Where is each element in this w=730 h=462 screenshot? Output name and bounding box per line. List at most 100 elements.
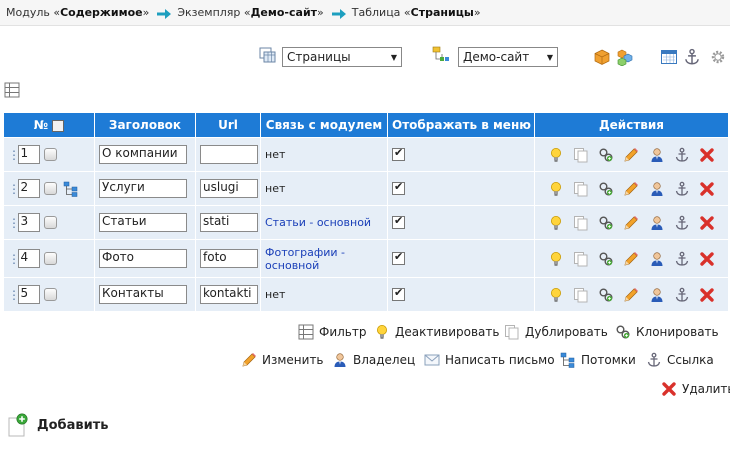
user-icon[interactable] — [649, 215, 665, 231]
show-in-menu-checkbox[interactable] — [392, 250, 405, 266]
user-icon[interactable] — [649, 251, 665, 267]
url-input[interactable]: stati — [200, 213, 258, 232]
order-input[interactable]: 5 — [17, 285, 40, 304]
pencil-icon[interactable] — [623, 147, 639, 163]
col-header-menu[interactable]: Отображать в меню — [387, 112, 535, 138]
module-link: нет — [265, 288, 286, 301]
show-in-menu-checkbox[interactable] — [392, 214, 405, 230]
box-icon[interactable] — [593, 48, 611, 66]
breadcrumb-instance[interactable]: Экземпляр «Демо-сайт» — [177, 6, 323, 19]
delete-icon[interactable] — [699, 215, 715, 231]
pencil-icon[interactable] — [623, 287, 639, 303]
boxes-icon[interactable] — [616, 48, 634, 66]
module-link[interactable]: Статьи - основной — [265, 216, 371, 229]
edit-action[interactable]: Изменить — [241, 352, 324, 368]
tree-icon[interactable] — [63, 181, 79, 197]
title-input[interactable]: О компании — [99, 145, 187, 164]
col-header-url[interactable]: Url — [195, 112, 261, 138]
clone-icon[interactable] — [598, 147, 614, 163]
col-header-module[interactable]: Связь с модулем — [260, 112, 388, 138]
row-checkbox[interactable] — [43, 288, 57, 301]
col-header-title[interactable]: Заголовок — [94, 112, 196, 138]
lightbulb-icon[interactable] — [548, 251, 564, 267]
row-checkbox[interactable] — [43, 148, 57, 161]
select-all-checkbox[interactable] — [52, 119, 65, 132]
order-input[interactable]: 3 — [17, 213, 40, 232]
duplicate-icon[interactable] — [573, 251, 589, 267]
user-icon[interactable] — [649, 181, 665, 197]
drag-handle-icon[interactable]: ⋮ — [8, 253, 20, 265]
anchor-icon[interactable] — [674, 251, 690, 267]
owner-action[interactable]: Владелец — [332, 352, 415, 368]
clone-icon[interactable] — [598, 251, 614, 267]
col-header-num[interactable]: № — [3, 112, 95, 138]
list-view-icon[interactable] — [4, 82, 20, 98]
order-input[interactable]: 2 — [17, 179, 40, 198]
show-in-menu-checkbox[interactable] — [392, 146, 405, 162]
show-in-menu-checkbox[interactable] — [392, 286, 405, 302]
pencil-icon[interactable] — [623, 215, 639, 231]
title-input[interactable]: Фото — [99, 249, 187, 268]
site-select[interactable]: Демо-сайт ▼ — [458, 47, 558, 67]
duplicate-icon[interactable] — [573, 287, 589, 303]
duplicate-icon[interactable] — [573, 181, 589, 197]
anchor-icon[interactable] — [674, 287, 690, 303]
add-button[interactable]: Добавить — [6, 413, 108, 437]
breadcrumb-table[interactable]: Таблица «Страницы» — [352, 6, 481, 19]
duplicate-icon[interactable] — [573, 215, 589, 231]
cell-num: ⋮ 4 — [3, 239, 95, 278]
user-icon[interactable] — [649, 287, 665, 303]
children-action[interactable]: Потомки — [560, 352, 636, 368]
url-input[interactable]: uslugi — [200, 179, 258, 198]
drag-handle-icon[interactable]: ⋮ — [8, 289, 20, 301]
row-checkbox[interactable] — [43, 252, 57, 265]
anchor-icon[interactable] — [683, 48, 701, 66]
drag-handle-icon[interactable]: ⋮ — [8, 217, 20, 229]
deactivate-action[interactable]: Деактивировать — [374, 324, 499, 340]
breadcrumb-module[interactable]: Модуль «Содержимое» — [6, 6, 149, 19]
cell-menu — [387, 205, 535, 240]
delete-icon[interactable] — [699, 181, 715, 197]
clone-icon[interactable] — [598, 215, 614, 231]
lightbulb-icon[interactable] — [548, 147, 564, 163]
delete-icon[interactable] — [699, 251, 715, 267]
pencil-icon[interactable] — [623, 251, 639, 267]
title-input[interactable]: Контакты — [99, 285, 187, 304]
url-input[interactable]: kontakti — [200, 285, 258, 304]
clone-icon[interactable] — [598, 287, 614, 303]
anchor-icon[interactable] — [674, 181, 690, 197]
lightbulb-icon[interactable] — [548, 287, 564, 303]
delete-icon[interactable] — [699, 147, 715, 163]
show-in-menu-checkbox[interactable] — [392, 180, 405, 196]
drag-handle-icon[interactable]: ⋮ — [8, 149, 20, 161]
order-input[interactable]: 4 — [17, 249, 40, 268]
table-row: ⋮ 1 О компании нет — [3, 137, 729, 172]
anchor-icon[interactable] — [674, 147, 690, 163]
lightbulb-icon[interactable] — [548, 215, 564, 231]
table-select[interactable]: Страницы ▼ — [282, 47, 402, 67]
anchor-icon[interactable] — [674, 215, 690, 231]
order-input[interactable]: 1 — [17, 145, 40, 164]
title-input[interactable]: Услуги — [99, 179, 187, 198]
user-icon[interactable] — [649, 147, 665, 163]
module-link[interactable]: Фотографии - основной — [265, 246, 345, 272]
calendar-icon[interactable] — [660, 48, 678, 66]
url-input[interactable] — [200, 145, 258, 164]
url-input[interactable]: foto — [200, 249, 258, 268]
delete-icon[interactable] — [699, 287, 715, 303]
link-action[interactable]: Ссылка — [646, 352, 714, 368]
pencil-icon[interactable] — [623, 181, 639, 197]
write-letter-action[interactable]: Написать письмо — [424, 352, 555, 368]
duplicate-action[interactable]: Дублировать — [504, 324, 608, 340]
delete-action[interactable]: Удалить — [661, 381, 730, 397]
filter-action[interactable]: Фильтр — [298, 324, 366, 340]
clone-icon[interactable] — [598, 181, 614, 197]
gear-icon[interactable] — [710, 49, 726, 65]
lightbulb-icon[interactable] — [548, 181, 564, 197]
title-input[interactable]: Статьи — [99, 213, 187, 232]
clone-action[interactable]: Клонировать — [615, 324, 719, 340]
drag-handle-icon[interactable]: ⋮ — [8, 183, 20, 195]
row-checkbox[interactable] — [43, 216, 57, 229]
row-checkbox[interactable] — [43, 182, 57, 195]
duplicate-icon[interactable] — [573, 147, 589, 163]
